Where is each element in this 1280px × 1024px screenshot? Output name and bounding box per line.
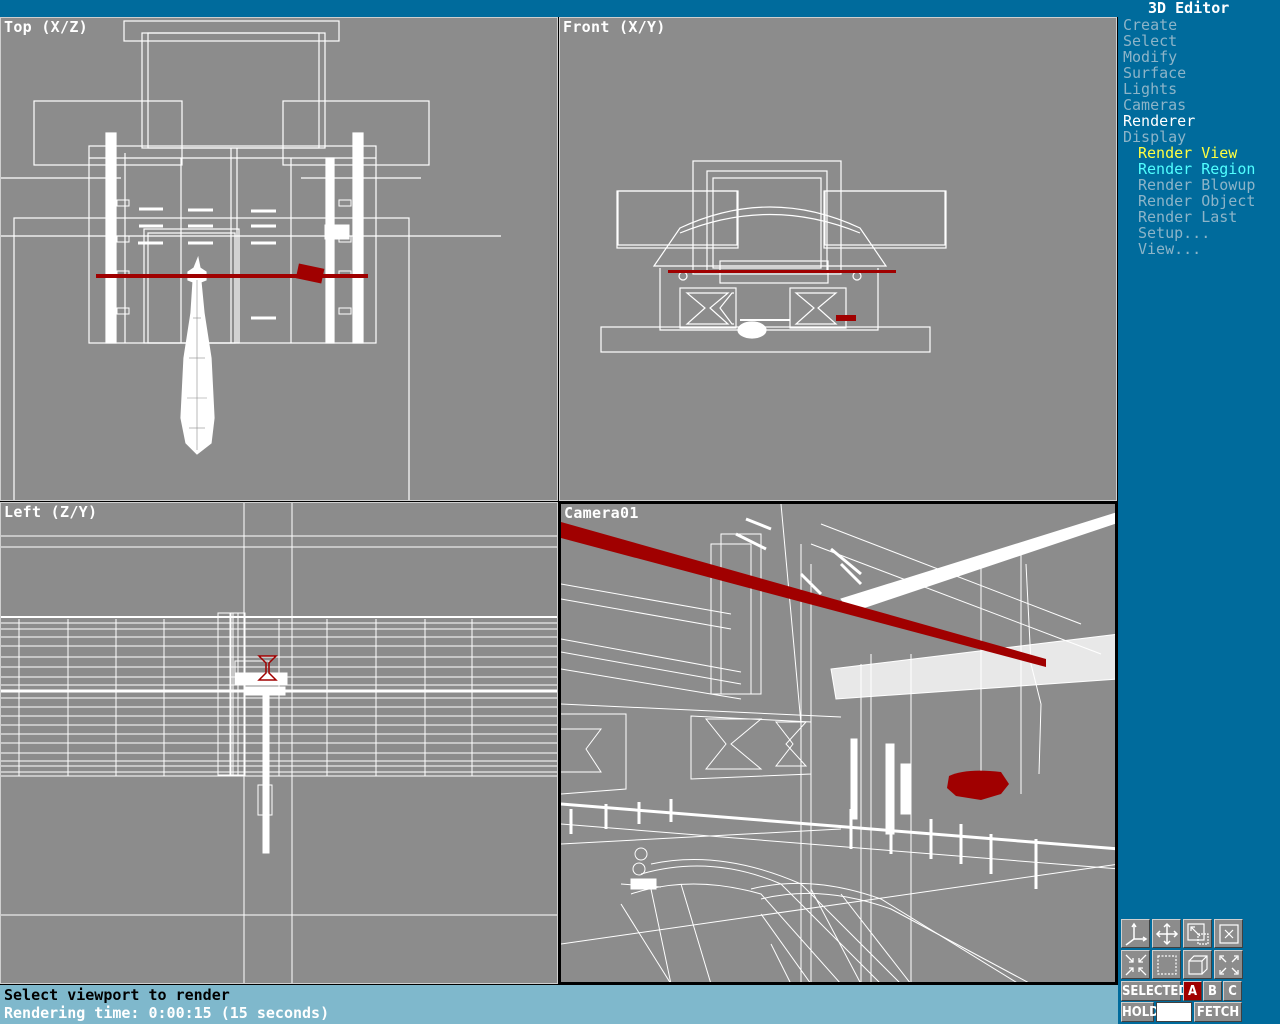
viewport-title: Front (X/Y) (563, 18, 666, 36)
selected-beam-front (668, 270, 896, 321)
selected-beam-left (257, 655, 278, 681)
menu-item-display[interactable]: Display (1123, 129, 1255, 145)
app-title-bar (0, 0, 1280, 17)
viewport-top[interactable]: Top (X/Z) (0, 17, 558, 501)
status-render-time: Rendering time: 0:00:15 (15 seconds) (4, 1004, 330, 1022)
panel-title: 3D Editor (1148, 0, 1230, 17)
selected-beam-top (96, 263, 368, 284)
menu-item-create[interactable]: Create (1123, 17, 1255, 33)
submenu-setup[interactable]: Setup... (1123, 225, 1255, 241)
status-prompt: Select viewport to render (4, 986, 230, 1004)
status-bar: Select viewport to render Rendering time… (0, 985, 1118, 1024)
hold-button[interactable]: HOLD (1121, 1002, 1159, 1022)
zoom-window-button[interactable] (1183, 919, 1212, 948)
pan-move-icon (1155, 922, 1179, 946)
viewport-camera[interactable]: Camera01 (559, 502, 1117, 984)
hold-buffer-slot[interactable] (1156, 1002, 1192, 1022)
selected-set-button[interactable]: SELECTED (1121, 981, 1188, 1001)
region-select-button[interactable] (1152, 950, 1181, 979)
fetch-button[interactable]: FETCH (1194, 1002, 1242, 1022)
set-a-button[interactable]: A (1183, 981, 1202, 1001)
viewport-left[interactable]: Left (Z/Y) (0, 502, 558, 984)
submenu-render-last[interactable]: Render Last (1123, 209, 1255, 225)
submenu-render-region[interactable]: Render Region (1123, 161, 1255, 177)
zoom-in-button[interactable] (1121, 950, 1150, 979)
axis-tripod-button[interactable] (1121, 919, 1150, 948)
viewport-title: Left (Z/Y) (4, 503, 98, 521)
submenu-render-blowup[interactable]: Render Blowup (1123, 177, 1255, 193)
selected-beam-camera (561, 522, 1046, 800)
menu-item-surface[interactable]: Surface (1123, 65, 1255, 81)
zoom-extents-button[interactable] (1214, 919, 1243, 948)
set-b-button[interactable]: B (1203, 981, 1222, 1001)
viewport-title: Camera01 (564, 504, 639, 522)
menu-item-renderer[interactable]: Renderer (1123, 113, 1255, 129)
main-menu: Create Select Modify Surface Lights Came… (1123, 17, 1255, 257)
menu-item-cameras[interactable]: Cameras (1123, 97, 1255, 113)
region-select-icon (1157, 955, 1177, 975)
submenu-view[interactable]: View... (1123, 241, 1255, 257)
zoom-out-icon (1219, 955, 1239, 975)
viewport-title: Top (X/Z) (4, 18, 88, 36)
zoom-out-button[interactable] (1214, 950, 1243, 979)
submenu-render-object[interactable]: Render Object (1123, 193, 1255, 209)
zoom-window-icon (1187, 923, 1209, 945)
user-view-cube-icon (1188, 955, 1208, 975)
menu-item-modify[interactable]: Modify (1123, 49, 1255, 65)
user-view-button[interactable] (1183, 950, 1212, 979)
pan-button[interactable] (1152, 919, 1181, 948)
command-panel: 3D Editor Create Select Modify Surface L… (1118, 0, 1280, 1024)
set-c-button[interactable]: C (1223, 981, 1242, 1001)
zoom-in-icon (1125, 954, 1147, 976)
menu-item-lights[interactable]: Lights (1123, 81, 1255, 97)
submenu-render-view[interactable]: Render View (1123, 145, 1255, 161)
viewport-area: Top (X/Z) Front (X/Y) Left (Z/Y) Camera0… (0, 17, 1118, 985)
axis-tripod-icon (1125, 922, 1148, 946)
zoom-extents-icon (1219, 924, 1239, 944)
viewport-front[interactable]: Front (X/Y) (559, 17, 1117, 501)
menu-item-select[interactable]: Select (1123, 33, 1255, 49)
